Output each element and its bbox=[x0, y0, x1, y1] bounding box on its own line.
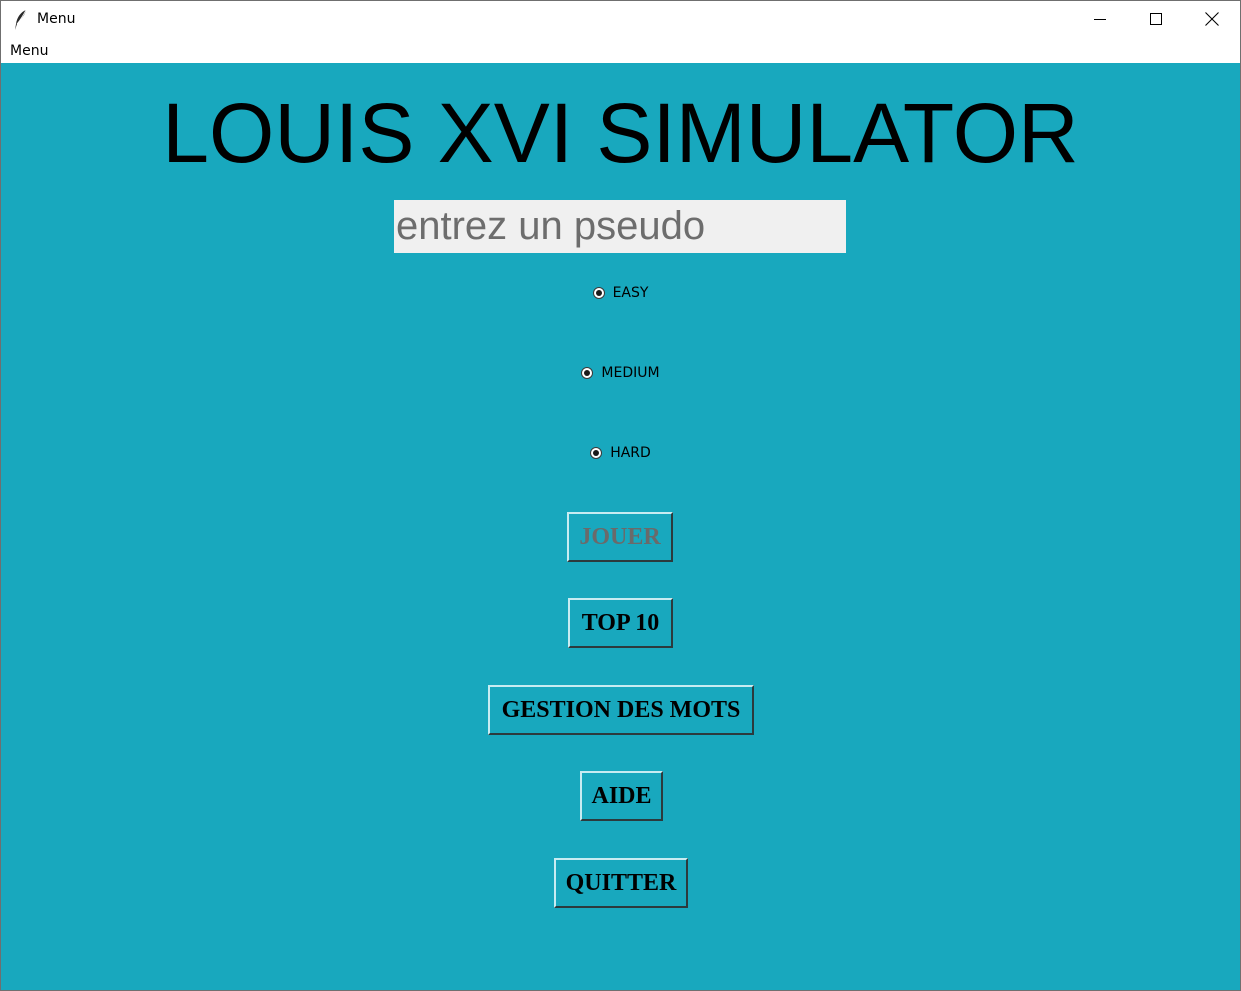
close-button[interactable] bbox=[1184, 1, 1240, 37]
minimize-button[interactable] bbox=[1072, 1, 1128, 37]
radio-easy[interactable]: EASY bbox=[1, 282, 1240, 304]
close-icon bbox=[1205, 12, 1219, 26]
pseudo-input[interactable] bbox=[394, 200, 846, 253]
minimize-icon bbox=[1094, 19, 1106, 20]
jouer-button[interactable]: JOUER bbox=[567, 512, 673, 562]
window-title: Menu bbox=[37, 11, 76, 27]
aide-button[interactable]: AIDE bbox=[580, 771, 663, 821]
radio-label-hard: HARD bbox=[610, 445, 651, 461]
radio-selected-icon[interactable] bbox=[592, 287, 605, 299]
radio-hard[interactable]: HARD bbox=[1, 442, 1240, 464]
top10-button[interactable]: TOP 10 bbox=[568, 598, 673, 648]
radio-medium[interactable]: MEDIUM bbox=[1, 362, 1240, 384]
radio-label-medium: MEDIUM bbox=[601, 365, 660, 381]
main-panel: LOUIS XVI SIMULATOR EASY MEDIUM HARD JOU… bbox=[1, 63, 1240, 990]
radio-selected-icon[interactable] bbox=[581, 367, 594, 379]
app-window: Menu Menu LOUIS XVI SIMULATOR EASY bbox=[0, 0, 1241, 991]
maximize-button[interactable] bbox=[1128, 1, 1184, 37]
menu-item-menu[interactable]: Menu bbox=[10, 43, 48, 59]
menu-bar: Menu bbox=[1, 39, 1240, 63]
page-title: LOUIS XVI SIMULATOR bbox=[162, 86, 1079, 180]
gestion-des-mots-button[interactable]: GESTION DES MOTS bbox=[488, 685, 754, 735]
radio-label-easy: EASY bbox=[612, 285, 649, 301]
quitter-button[interactable]: QUITTER bbox=[554, 858, 688, 908]
maximize-icon bbox=[1150, 13, 1162, 25]
radio-selected-icon[interactable] bbox=[590, 447, 603, 459]
feather-icon bbox=[15, 9, 27, 30]
title-bar[interactable]: Menu bbox=[1, 1, 1240, 39]
